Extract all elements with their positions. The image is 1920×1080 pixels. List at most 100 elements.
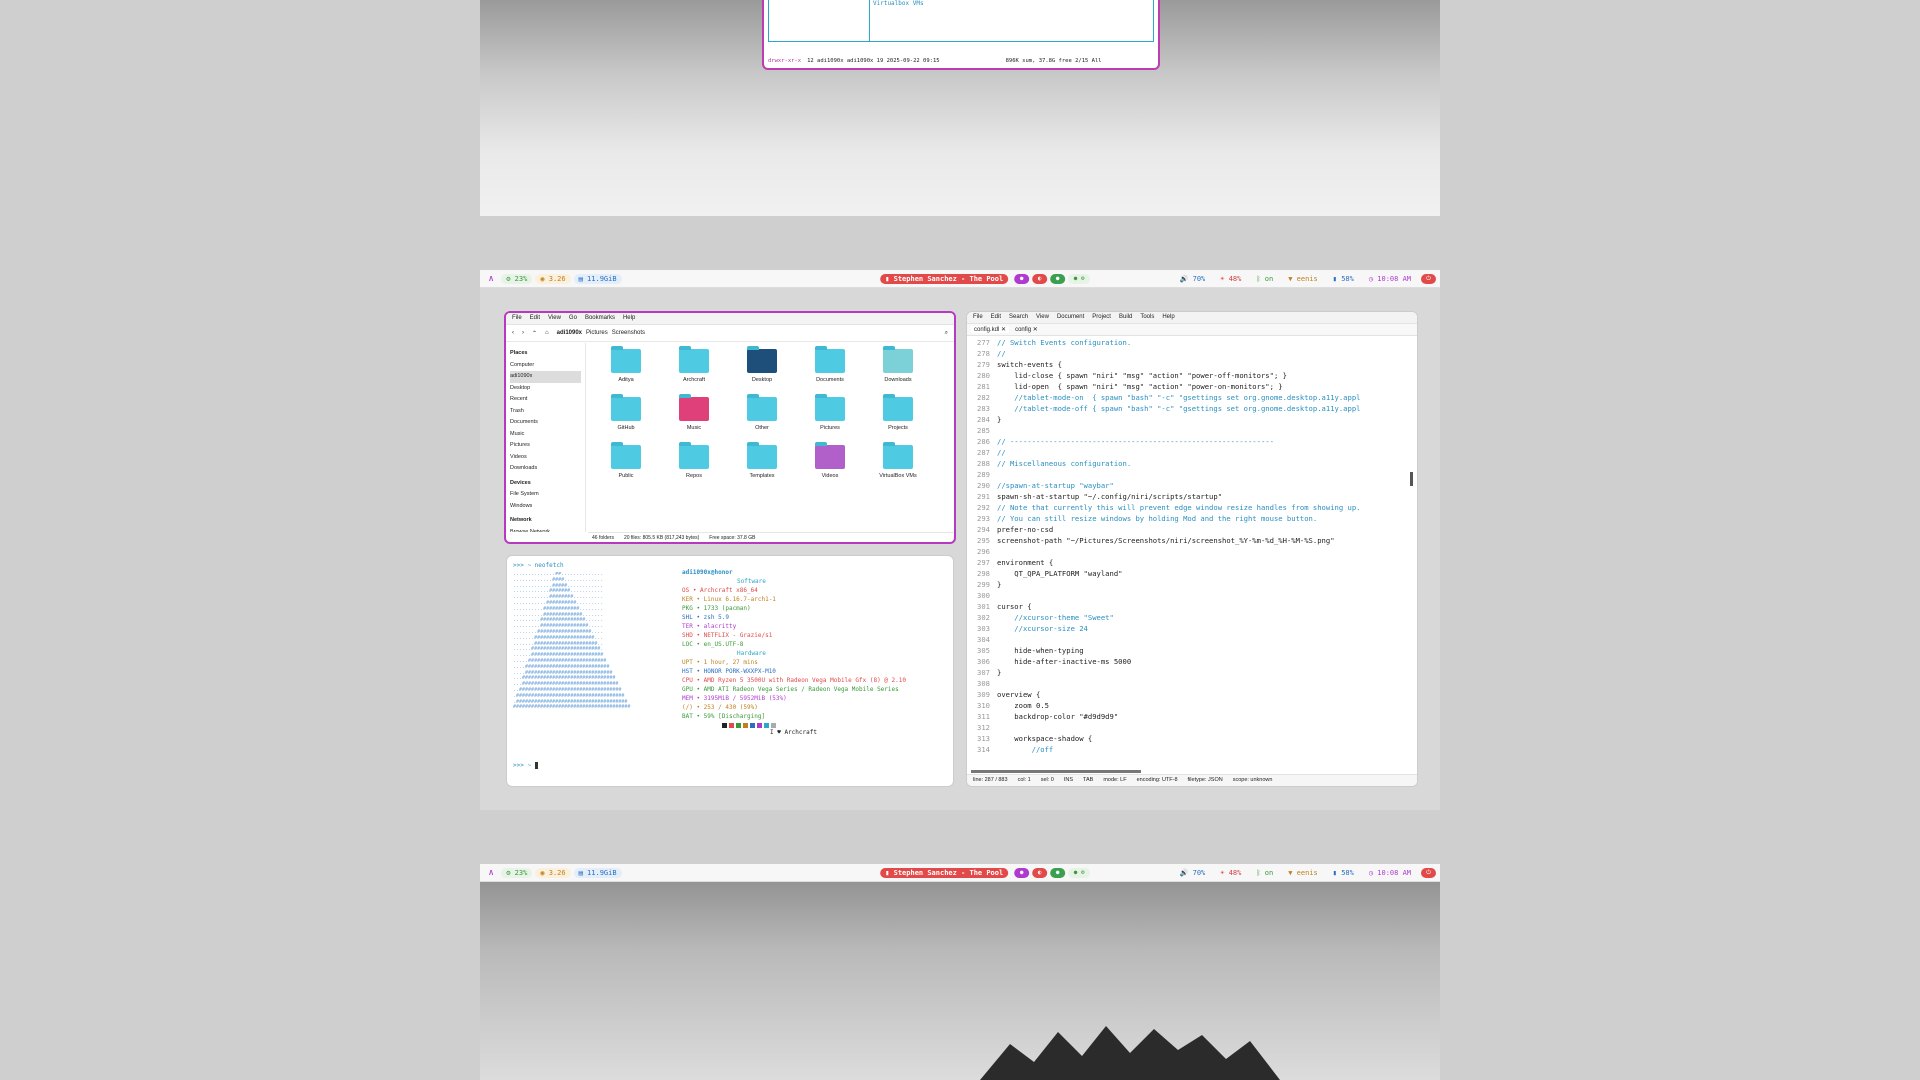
sidebar-item[interactable]: adi1090x (510, 371, 581, 383)
menu-item[interactable]: Tools (1140, 314, 1154, 321)
path-segment[interactable]: Screenshots (612, 330, 645, 336)
tab-config-kdl[interactable]: config.kdl ✕ (971, 326, 1010, 333)
sidebar-item[interactable]: Windows (510, 501, 581, 513)
folder-item[interactable]: Downloads (864, 346, 932, 397)
menu-item[interactable]: Project (1092, 314, 1111, 321)
terminal-prompt-2[interactable]: >>> ~ _ (513, 762, 539, 769)
folder-item[interactable]: GitHub (592, 394, 660, 445)
menu-item[interactable]: View (1036, 314, 1049, 321)
up-icon[interactable]: ⌃ (532, 330, 537, 337)
menu-item[interactable]: Go (569, 315, 577, 322)
power-icon[interactable]: ⏻ (1421, 273, 1436, 284)
terminal-window[interactable]: >>> ~ neofetch ..............##.........… (506, 555, 954, 787)
home-icon[interactable]: ⌂ (545, 330, 549, 336)
sidebar-item[interactable]: File System (510, 489, 581, 501)
load-module[interactable]: ◉ 3.26 (535, 273, 571, 284)
back-icon[interactable]: ‹ (512, 330, 514, 336)
folder-item[interactable]: Pictures (796, 394, 864, 445)
folder-item[interactable]: Other (728, 394, 796, 445)
wifi-module[interactable]: ▼ eenis (1283, 274, 1323, 284)
sidebar-item[interactable]: Trash (510, 406, 581, 418)
folder-item[interactable]: Desktop (728, 346, 796, 397)
menu-item[interactable]: Edit (991, 314, 1001, 321)
cpu-module[interactable]: ⚙ 23% (501, 273, 533, 284)
folder-item[interactable]: Aditya (592, 346, 660, 397)
record-icon[interactable]: ◐ (1032, 867, 1048, 878)
network-icon[interactable]: ● ⚙ (1068, 867, 1091, 878)
sidebar-item[interactable]: Documents (510, 417, 581, 429)
forward-icon[interactable]: › (522, 330, 524, 336)
power-icon[interactable]: ⏻ (1421, 867, 1436, 878)
sidebar-item[interactable]: Recent (510, 394, 581, 406)
launcher-icon[interactable]: Λ (484, 868, 498, 878)
tree-item[interactable]: Virtualbox VMs (873, 0, 924, 7)
menu-item[interactable]: Search (1009, 314, 1028, 321)
volume-module[interactable]: 🔊 70% (1175, 274, 1211, 284)
menu-item[interactable]: Help (1162, 314, 1174, 321)
media-module[interactable]: ▮ Stephen Sanchez - The Pool (880, 867, 1009, 878)
menu-item[interactable]: Document (1057, 314, 1084, 321)
sidebar-item[interactable]: Downloads (510, 463, 581, 475)
folder-item[interactable]: Public (592, 442, 660, 493)
folder-item[interactable]: Videos (796, 442, 864, 493)
search-icon[interactable]: ⌕ (945, 330, 948, 337)
brightness-module[interactable]: ☀ 48% (1215, 274, 1246, 284)
close-icon[interactable]: ✕ (1001, 327, 1006, 333)
path-bar[interactable]: adi1090x Pictures Screenshots (557, 330, 645, 336)
wifi-module[interactable]: ▼ eenis (1283, 868, 1323, 878)
bluetooth-module[interactable]: ᛒ on (1251, 274, 1278, 284)
network-icon[interactable]: ● ⚙ (1068, 273, 1091, 284)
menu-item[interactable]: Bookmarks (585, 315, 615, 322)
folder-item[interactable]: Music (660, 394, 728, 445)
sidebar-item[interactable]: Browse Network (510, 527, 581, 533)
menu-item[interactable]: Edit (530, 315, 540, 322)
folder-icon (679, 442, 709, 469)
sidebar-item[interactable]: Music (510, 429, 581, 441)
screenshot-icon[interactable]: ● (1050, 273, 1066, 284)
brightness-module[interactable]: ☀ 48% (1215, 868, 1246, 878)
folder-item[interactable]: Templates (728, 442, 796, 493)
load-module[interactable]: ◉ 3.26 (535, 867, 571, 878)
clock-module[interactable]: ◷ 10:08 AM (1364, 868, 1416, 878)
file-manager-window-top[interactable]: Virtualbox VMs drwxr-xr-x 12 adi1090x ad… (762, 0, 1160, 70)
path-segment[interactable]: adi1090x (557, 330, 582, 336)
sidebar-item[interactable]: Videos (510, 452, 581, 464)
menu-item[interactable]: Build (1119, 314, 1132, 321)
code-line: cursor { (997, 602, 1032, 611)
folder-item[interactable]: Repos (660, 442, 728, 493)
code-area[interactable]: 277 // Switch Events configuration. 278 // 2… (967, 337, 1417, 766)
launcher-icon[interactable]: Λ (484, 274, 498, 284)
folder-item[interactable]: Projects (864, 394, 932, 445)
workspace-2: Λ ⚙ 23% ◉ 3.26 ▤ 11.9GiB ▮ Stephen Sanch… (480, 270, 1440, 810)
folder-item[interactable]: Documents (796, 346, 864, 397)
bluetooth-module[interactable]: ᛒ on (1251, 868, 1278, 878)
folder-item[interactable]: Archcraft (660, 346, 728, 397)
battery-module[interactable]: ▮ 58% (1328, 274, 1359, 284)
sidebar-item[interactable]: Desktop (510, 383, 581, 395)
memory-module[interactable]: ▤ 11.9GiB (573, 867, 622, 878)
sidebar-item[interactable]: Pictures (510, 440, 581, 452)
chat-icon[interactable]: ● (1014, 273, 1030, 284)
menu-item[interactable]: View (548, 315, 561, 322)
h-scrollbar[interactable] (971, 770, 1141, 773)
tab-config[interactable]: config ✕ (1015, 326, 1038, 333)
path-segment[interactable]: Pictures (586, 330, 608, 336)
chat-icon[interactable]: ● (1014, 867, 1030, 878)
scrollbar[interactable] (1410, 472, 1413, 486)
menu-item[interactable]: File (973, 314, 983, 321)
file-manager-window[interactable]: File Edit View Go Bookmarks Help ‹ › ⌃ ⌂ adi1… (504, 311, 956, 544)
memory-module[interactable]: ▤ 11.9GiB (573, 273, 622, 284)
screenshot-icon[interactable]: ● (1050, 867, 1066, 878)
record-icon[interactable]: ◐ (1032, 273, 1048, 284)
battery-module[interactable]: ▮ 58% (1328, 868, 1359, 878)
cpu-module[interactable]: ⚙ 23% (501, 867, 533, 878)
close-icon[interactable]: ✕ (1033, 327, 1038, 333)
volume-module[interactable]: 🔊 70% (1175, 868, 1211, 878)
folder-item[interactable]: VirtualBox VMs (864, 442, 932, 493)
sidebar-item[interactable]: Computer (510, 360, 581, 372)
media-module[interactable]: ▮ Stephen Sanchez - The Pool (880, 273, 1009, 284)
menu-item[interactable]: Help (623, 315, 635, 322)
clock-module[interactable]: ◷ 10:08 AM (1364, 274, 1416, 284)
menu-item[interactable]: File (512, 315, 522, 322)
editor-window[interactable]: File Edit Search View Document Project Build To… (966, 311, 1418, 787)
